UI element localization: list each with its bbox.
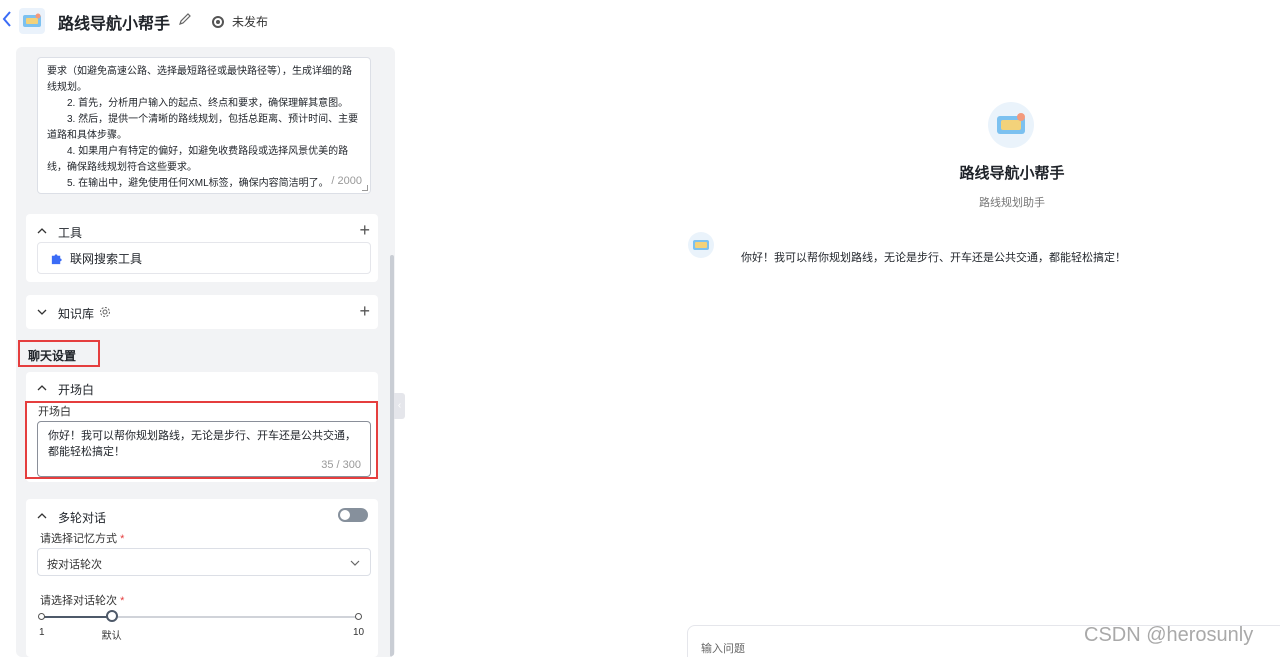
preview-subtitle: 路线规划助手 (979, 197, 1045, 209)
back-icon[interactable] (2, 11, 16, 29)
opening-title: 开场白 (58, 383, 95, 397)
memory-label: 请选择记忆方式 * (40, 533, 125, 545)
resize-handle[interactable] (362, 185, 368, 191)
watermark: CSDN @herosunly (1084, 624, 1254, 646)
slider-default-label: 默认 (101, 631, 122, 642)
chevron-up-icon[interactable] (37, 226, 47, 236)
tools-card: 工具 + 联网搜索工具 (26, 214, 378, 282)
preview-title: 路线导航小帮手 (959, 165, 1065, 182)
assistant-avatar (988, 102, 1034, 148)
rounds-slider-fill (41, 616, 112, 618)
tool-item[interactable]: 联网搜索工具 (37, 242, 371, 274)
status-text: 未发布 (232, 15, 269, 29)
knowledge-card: 知识库 + (26, 295, 378, 329)
chevron-up-icon[interactable] (37, 383, 47, 393)
toggle-knob (340, 510, 350, 520)
slider-max-dot (355, 613, 362, 620)
slider-min-dot (38, 613, 45, 620)
gear-icon[interactable] (99, 306, 111, 318)
slider-max-label: 10 (353, 627, 365, 638)
scrollbar[interactable] (390, 255, 394, 657)
chevron-down-icon[interactable] (37, 307, 47, 317)
memory-select-value: 按对话轮次 (47, 559, 102, 571)
prompt-line: 5. 在输出中，避免使用任何XML标签，确保内容简洁明了。 (67, 178, 329, 189)
multi-turn-toggle[interactable] (338, 508, 368, 522)
memory-select[interactable]: 按对话轮次 (37, 548, 371, 576)
rounds-slider-handle[interactable] (105, 610, 118, 622)
multi-turn-title: 多轮对话 (58, 511, 107, 525)
opening-text: 你好！我可以帮你规划路线，无论是步行、开车还是公共交通，都能轻松搞定！ (48, 430, 356, 458)
add-knowledge-button[interactable]: + (359, 302, 370, 320)
chevron-up-icon[interactable] (37, 511, 47, 521)
question-input-placeholder: 输入问题 (701, 643, 745, 655)
message-avatar (688, 232, 714, 258)
greeting-message: 你好！我可以帮你规划路线，无论是步行、开车还是公共交通，都能轻松搞定！ (741, 252, 1126, 264)
opening-textarea[interactable]: 你好！我可以帮你规划路线，无论是步行、开车还是公共交通，都能轻松搞定！ 35 /… (37, 421, 371, 477)
app-title: 路线导航小帮手 (58, 16, 171, 33)
config-panel: 要求（如避免高速公路、选择最短路径或最快路径等），生成详细的路线规划。 2. 首… (16, 47, 395, 657)
chat-settings-label: 聊天设置 (18, 340, 100, 367)
knowledge-title: 知识库 (58, 307, 95, 321)
rounds-label: 请选择对话轮次 * (40, 595, 125, 607)
opening-field-label: 开场白 (38, 406, 71, 418)
tools-title: 工具 (58, 226, 83, 240)
prompt-line: 4. 如果用户有特定的偏好，如避免收费路段或选择风景优美的路线，确保路线规划符合… (47, 146, 349, 173)
opening-char-count: 35 / 300 (321, 459, 361, 471)
system-prompt-textarea[interactable]: 要求（如避免高速公路、选择最短路径或最快路径等），生成详细的路线规划。 2. 首… (37, 57, 371, 194)
slider-min-label: 1 (39, 627, 45, 638)
publish-status: 未发布 (212, 13, 268, 30)
app-header: 路线导航小帮手 未发布 (0, 0, 640, 42)
chevron-down-icon (350, 560, 360, 566)
add-tool-button[interactable]: + (359, 221, 370, 239)
status-circle-icon (212, 15, 224, 28)
prompt-char-count: / 2000 (331, 173, 362, 189)
multi-turn-card: 多轮对话 请选择记忆方式 * 按对话轮次 请选择对话轮次 * 1 默认 10 (26, 499, 378, 657)
prompt-line: 要求（如避免高速公路、选择最短路径或最快路径等），生成详细的路线规划。 (47, 66, 352, 93)
pencil-icon[interactable] (178, 12, 194, 28)
collapse-panel-button[interactable]: ‹ (394, 393, 405, 419)
prompt-line: 3. 然后，提供一个清晰的路线规划，包括总距离、预计时间、主要道路和具体步骤。 (47, 114, 359, 141)
app-logo (18, 7, 46, 35)
puzzle-icon (51, 253, 62, 264)
prompt-line: 2. 首先，分析用户输入的起点、终点和要求，确保理解其意图。 (67, 98, 349, 109)
tool-label: 联网搜索工具 (70, 251, 143, 266)
